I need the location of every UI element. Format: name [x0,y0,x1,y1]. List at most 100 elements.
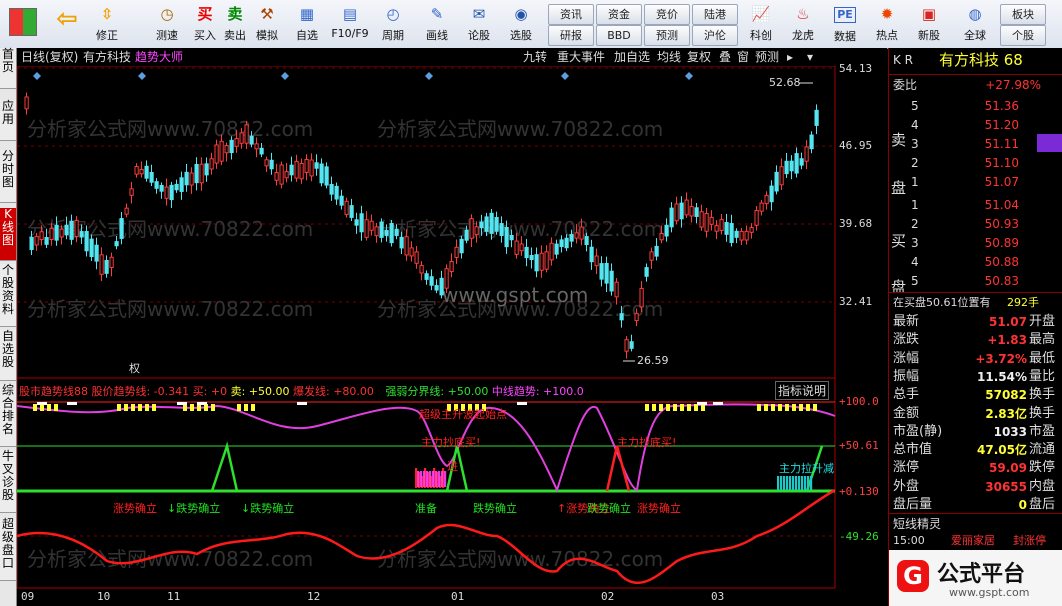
watchlist-button[interactable]: ▦ 自选 [290,2,324,46]
sector-button[interactable]: 板块 [1000,4,1046,25]
candle-body [424,273,429,280]
back-button[interactable]: ⇦ [50,2,84,46]
candle-body [239,132,244,144]
candle-body [389,223,394,244]
shanghai-london-button[interactable]: 沪伦 [692,25,738,46]
candle-body [689,205,694,217]
indicator-tick: -49.26 [839,530,879,543]
forecast-button[interactable]: 预测 [644,25,690,46]
candle-body [564,237,569,249]
candle-body [214,144,219,164]
candle-body [94,244,99,262]
sell-mark [54,404,58,411]
sell-button[interactable]: 卖 卖出 [218,2,252,46]
tab-nine-turn[interactable]: 九转 [523,48,547,66]
f10-button[interactable]: ▤ F10/F9 [328,2,372,46]
stat-label: 外盘 [893,478,920,494]
sidebar-tab-watchlist[interactable]: 自选股 [0,330,16,381]
price-tick: 54.13 [839,62,873,75]
research-button[interactable]: 研报 [548,25,594,46]
sidebar-tab-profile[interactable]: 个股资料 [0,264,16,327]
candle-body [259,147,264,155]
tab-major-events[interactable]: 重大事件 [557,48,605,66]
global-button[interactable]: ◍ 全球 [958,2,992,46]
stat-label: 总手 [893,387,920,403]
order-level[interactable]: 4 50.88 [889,252,1062,272]
dragon-tiger-button[interactable]: ♨ 龙虎 [786,2,820,46]
sidebar-tab-diagnosis[interactable]: 牛叉诊股 [0,450,16,513]
discuss-button[interactable]: ✉ 论股 [462,2,496,46]
indicator-help-button[interactable]: 指标说明 [775,381,830,400]
sidebar-tab-superdepth[interactable]: 超级盘口 [0,518,16,581]
candle-body [49,227,54,240]
order-level[interactable]: 5 50.83 [889,271,1062,291]
bbd-button[interactable]: BBD [596,25,642,46]
chart-area[interactable]: 日线(复权) 有方科技 趋势大师 九转 重大事件 加自选 均线 复权 叠 窗 预… [17,48,887,606]
candle-body [534,254,539,272]
candle-body [44,237,49,245]
candle-body [584,236,589,246]
order-level[interactable]: 1 51.04 [889,195,1062,215]
chart-icon: 📈 [751,5,771,23]
x-tick: 03 [711,590,725,603]
candle-body [74,219,79,238]
data-button[interactable]: PE 数据 [828,2,862,46]
simulate-button[interactable]: ⚒ 模拟 [250,2,284,46]
order-level-index: 5 [911,99,919,113]
order-level[interactable]: 2 51.10 [889,153,1062,173]
tab-overlay[interactable]: 叠 [719,48,731,66]
tab-forecast[interactable]: 预测 [755,48,779,66]
draw-line-label: 画线 [426,29,448,42]
order-level[interactable]: 5 51.36 [889,96,1062,116]
auction-button[interactable]: 竞价 [644,4,690,25]
sell-mark [792,404,796,411]
signal-bar [426,471,429,487]
sidebar-tab-ranking[interactable]: 综合排名 [0,384,16,447]
sidebar-tab-kline[interactable]: K线图 [0,208,16,261]
event-marker [685,72,693,80]
ipo-button[interactable]: ▣ 新股 [912,2,946,46]
news-button[interactable]: 资讯 [548,4,594,25]
stat-label: 涨停 [893,460,920,476]
funds-button[interactable]: 资金 [596,4,642,25]
dropdown-icon[interactable]: ▾ [807,48,813,66]
quote-header: K R 有方科技 68 [889,50,1062,70]
sidebar-tab-apps[interactable]: 应用 [0,100,16,141]
tab-moving-average[interactable]: 均线 [657,48,681,66]
stat-value: 2.83亿 [985,406,1027,421]
fix-button[interactable]: ⇳ 修正 [90,2,124,46]
candle-body [154,181,159,189]
order-price: 51.11 [984,137,1019,151]
tab-adjusted[interactable]: 复权 [687,48,711,66]
sidebar-tab-home[interactable]: 首页 [0,48,16,89]
candle-body [504,226,509,248]
star-market-button[interactable]: 📈 科创 [744,2,778,46]
order-level[interactable]: 2 50.93 [889,214,1062,234]
stock-pick-button[interactable]: ◉ 选股 [504,2,538,46]
buy-button[interactable]: 买 买入 [188,2,222,46]
more-arrow-icon[interactable]: ▸ [787,48,793,66]
tab-add-watchlist[interactable]: 加自选 [614,48,650,66]
data-label: 数据 [834,30,856,43]
sidebar-tab-timeshare[interactable]: 分时图 [0,150,16,203]
app-button[interactable] [6,2,40,46]
single-stock-button[interactable]: 个股 [1000,25,1046,46]
speed-test-button[interactable]: ◷ 测速 [150,2,184,46]
period-button[interactable]: ◴ 周期 [376,2,410,46]
hk-connect-button[interactable]: 陆港 [692,4,738,25]
candle-body [649,251,654,261]
short-sprite-row[interactable]: 15:00 爱丽家居 封涨停 [889,531,1062,551]
candle-body [64,224,69,236]
hot-button[interactable]: ✹ 热点 [870,2,904,46]
candle-body [814,109,819,126]
candle-body [589,246,594,263]
tab-window[interactable]: 窗 [737,48,749,66]
order-level[interactable]: 1 51.07 [889,172,1062,192]
order-level[interactable]: 3 50.89 [889,233,1062,253]
candle-body [469,218,474,239]
order-level[interactable]: 4 51.20 [889,115,1062,135]
stat-row: 盘后量 0 盘后 [889,495,1062,515]
draw-line-button[interactable]: ✎ 画线 [420,2,454,46]
candle-body [139,168,144,175]
candle-body [99,254,104,275]
